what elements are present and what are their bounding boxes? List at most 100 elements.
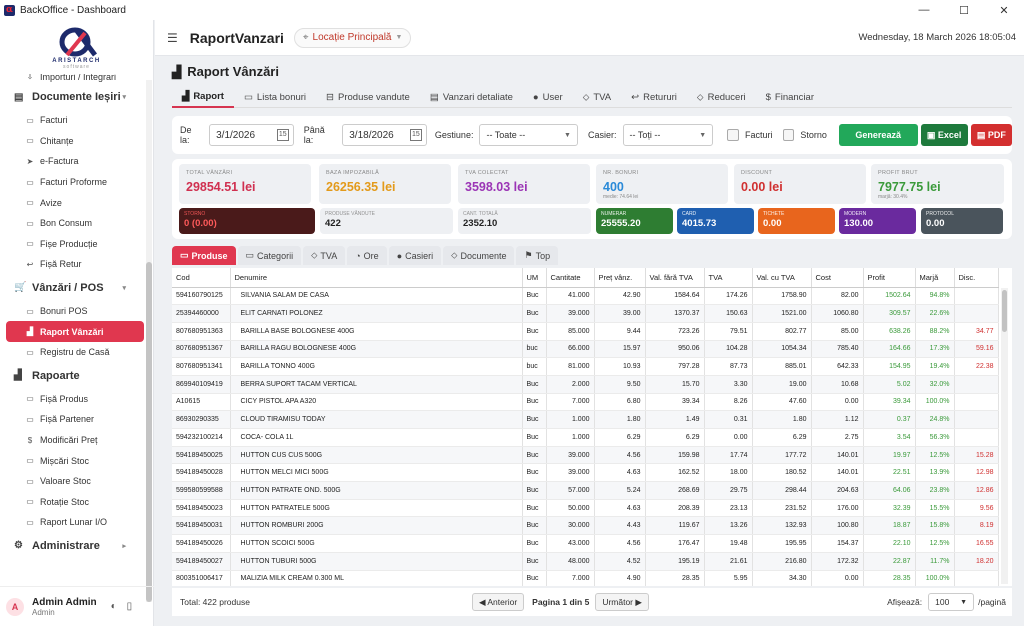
calendar-icon[interactable]: 15 [409,129,422,141]
table-row[interactable]: 807680951363 BARILLA BASE BOLOGNESE 400G B… [172,322,999,341]
table-row[interactable]: 594160790125 SILVANIA SALAM DE CASA Buc 41.… [172,287,999,306]
subtab-2[interactable]: ⬦ TVA [303,246,346,265]
sidebar-item[interactable]: ▭ Avize [0,192,150,213]
maximize-button[interactable]: ☐ [944,4,984,17]
calendar-icon[interactable]: 15 [276,129,289,141]
table-row[interactable]: 594189450027 HUTTON TUBURI 500G Buc 48.000 4… [172,552,999,571]
from-date-input[interactable]: 3/1/2026 15 [209,124,294,146]
tab-1[interactable]: ▭ Lista bonuri [234,86,316,108]
facturi-checkbox[interactable] [727,129,739,141]
column-header[interactable]: Profit [863,268,916,288]
minimize-button[interactable]: — [904,4,944,17]
sidebar-item[interactable]: ▭ Bonuri POS [0,301,150,322]
sidebar-item[interactable]: ▭ Facturi Proforme [0,172,150,193]
sidebar-item[interactable]: ▭ Mișcări Stoc [0,450,150,471]
tab-0[interactable]: ▟ Raport [172,86,234,108]
tab-6[interactable]: ↩ Retururi [621,86,687,108]
table-row[interactable]: 25394460000 ELIT CARNATI POLONEZ Buc 39.000… [172,304,999,323]
avatar[interactable]: A [6,597,24,616]
sidebar-item[interactable]: ⇩ Importuri / Integrari [0,74,150,84]
tab-7[interactable]: ⬦ Reduceri [687,86,756,108]
to-date-input[interactable]: 3/18/2026 15 [342,124,427,146]
table-row[interactable]: 807680951367 BARILLA RAGU BOLOGNESE 400G b… [172,340,999,359]
logout-icon[interactable]: ▯ [127,601,133,612]
table-row[interactable]: 594189450025 HUTTON CUS CUS 500G Buc 39.000… [172,446,999,465]
table-row[interactable]: 86930290335 CLOUD TIRAMISU TODAY Buc 1.000 1… [172,410,999,429]
column-header[interactable]: Val. cu TVA [752,268,812,288]
tab-2[interactable]: ⊟ Produse vandute [316,86,420,108]
table-row[interactable]: 594189450028 HUTTON MELCI MICI 500G Buc 39.… [172,463,999,483]
sidebar-item[interactable]: ▭ Facturi [0,110,150,131]
gestiune-select[interactable]: -- Toate -- ▼ [479,124,578,146]
tab-5[interactable]: ⬦ TVA [573,86,621,108]
casier-select[interactable]: -- Toți -- ▼ [622,124,714,146]
sidebar-section[interactable]: 🛒 Vânzări / POS ▾ [0,275,150,301]
storno-checkbox[interactable] [782,129,795,141]
subtab-0[interactable]: ▭ Produse [172,246,236,265]
table-row[interactable]: 807680951341 BARILLA TONNO 400G buc 81.000 1… [172,357,999,376]
sidebar-item[interactable]: ▭ Fișe Producție [0,234,150,255]
table-row[interactable]: 594189450026 HUTTON SCOICI 500G Buc 43.000 4… [172,534,999,553]
subtab-1[interactable]: ▭ Categorii [237,246,302,265]
per-page-select[interactable]: 100 ▼ [928,593,975,611]
location-selector[interactable]: ⌖ Locație Principală ▼ [293,27,412,48]
sidebar-item[interactable]: ➤ e-Factura [0,151,150,172]
sidebar-item[interactable]: ▭ Raport Lunar I/O [0,512,150,533]
table-row[interactable]: 599580599588 HUTTON PATRATE OND. 500G Buc 5… [172,481,999,500]
next-page-button[interactable]: Următor ▶ [595,593,649,611]
datetime: Wednesday, 18 March 2026 18:05:04 [858,32,1016,43]
column-header[interactable]: Cost [811,268,864,288]
sidebar-item[interactable]: ▭ Fișă Produs [0,389,150,410]
table-cell: Buc [522,428,547,447]
sidebar-item[interactable]: ▭ Fișă Partener [0,409,150,430]
sidebar-item[interactable]: ▭ Rotație Stoc [0,492,150,513]
column-header[interactable]: Marjă [915,268,955,288]
excel-label: Excel [937,130,962,140]
document-icon: ▭ [26,517,34,527]
payment-card: PROTOCOL 0.00 [921,208,1003,234]
sidebar-item-label: Facturi [40,115,68,126]
subtab-4[interactable]: ● Casieri [388,246,442,265]
sidebar-item[interactable]: ↩ Fișă Retur [0,254,150,275]
sidebar-item[interactable]: ▟ Raport Vânzări [6,321,144,342]
sidebar-section[interactable]: ▟ Rapoarte [0,363,150,389]
table-cell: 22.10 [863,534,916,553]
sidebar-item[interactable]: $ Modificări Preț [0,430,150,451]
column-header[interactable]: Disc. [954,268,999,288]
column-header[interactable]: UM [522,268,547,288]
tab-8[interactable]: $ Financiar [756,86,824,108]
column-header[interactable]: Cantitate [546,268,595,288]
column-header[interactable]: Cod [172,268,231,288]
theme-toggle-icon[interactable]: ◐ [111,601,117,612]
column-header[interactable]: Val. fără TVA [645,268,705,288]
sidebar-item[interactable]: ▭ Registru de Casă [0,342,150,363]
column-header[interactable]: Preț vânz. [594,268,646,288]
prev-page-button[interactable]: ◀ Anterior [471,593,525,611]
table-row[interactable]: A10615 CICY PISTOL APA A320 Buc 7.000 6.80 39… [172,393,999,412]
column-header[interactable]: TVA [704,268,753,288]
menu-icon[interactable]: ☰ [167,31,178,45]
table-row[interactable]: 594189450031 HUTTON ROMBURI 200G Buc 30.000… [172,516,999,536]
table-row[interactable]: 869940109419 BERRA SUPORT TACAM VERTICAL B… [172,375,999,394]
sidebar-item[interactable]: ▭ Valoare Stoc [0,471,150,492]
close-button[interactable]: ✕ [984,4,1024,17]
pdf-button[interactable]: ▤ PDF [970,124,1012,146]
tab-4[interactable]: ● User [523,86,573,108]
tab-icon: ▭ [243,91,253,103]
table-row[interactable]: 594232100214 COCA- COLA 1L Buc 1.000 6.29 6.2… [172,428,999,447]
sidebar-item[interactable]: ▭ Chitanțe [0,131,150,152]
sidebar-scrollbar[interactable] [146,80,152,602]
table-row[interactable]: 594189450023 HUTTON PATRATELE 500G Buc 50.0… [172,499,999,518]
subtab-6[interactable]: ⚑ Top [516,246,559,265]
subtab-5[interactable]: ⬦ Documente [443,246,515,265]
sidebar-section[interactable]: ⚙ Administrare ▸ [0,533,150,559]
tab-3[interactable]: ▤ Vanzari detaliate [420,86,523,108]
table-row[interactable]: 800351006417 MALIZIA MILK CREAM 0.300 ML B… [172,570,999,586]
subtab-3[interactable]: ◔ Ore [347,246,387,265]
column-header[interactable]: Denumire [230,268,523,288]
excel-button[interactable]: ▣ Excel [920,124,968,146]
table-scrollbar[interactable] [1001,288,1008,584]
sidebar-item[interactable]: ▭ Bon Consum [0,213,150,234]
generate-button[interactable]: Generează [838,124,918,146]
sidebar-section[interactable]: ▤ Documente Ieșiri ▾ [0,84,150,110]
